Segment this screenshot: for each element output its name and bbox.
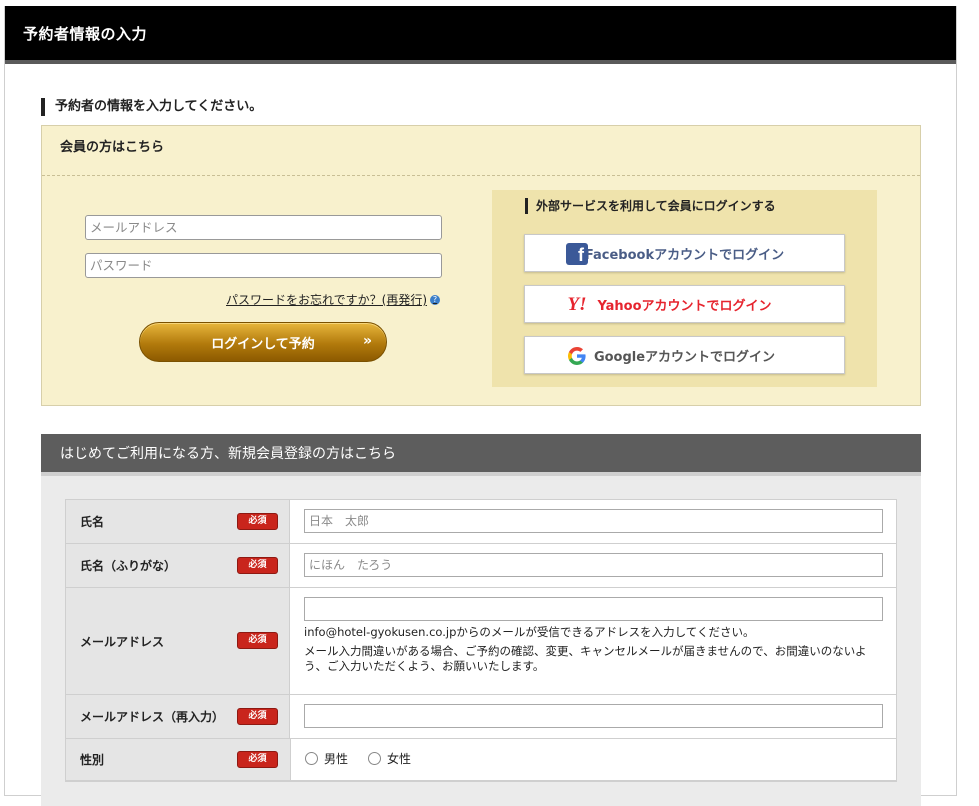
- name-label: 氏名: [80, 515, 105, 529]
- name-value-cell: [290, 500, 896, 543]
- external-login-title: 外部サービスを利用して会員にログインする: [525, 198, 776, 214]
- facebook-login-label: Facebookアカウントでログイン: [584, 247, 785, 263]
- page-header: 予約者情報の入力: [5, 6, 956, 64]
- form-row-name: 氏名 必須: [66, 500, 896, 544]
- email-confirm-input[interactable]: [304, 704, 883, 728]
- facebook-login-button[interactable]: f Facebookアカウントでログイン: [524, 234, 845, 272]
- external-login-panel: 外部サービスを利用して会員にログインする f Facebookアカウントでログイ…: [492, 190, 877, 387]
- registration-form: 氏名 必須 氏名（ふりがな） 必須 メールアドレス: [65, 499, 897, 782]
- member-login-box: 会員の方はこちら パスワードをお忘れですか？(再発行) ? ログインして予約 »…: [41, 125, 921, 406]
- required-badge: 必須: [237, 513, 278, 530]
- gender-label-cell: 性別 必須: [66, 739, 291, 780]
- gender-female-label[interactable]: 女性: [387, 750, 411, 767]
- member-login-title: 会員の方はこちら: [42, 126, 920, 176]
- email-confirm-label-cell: メールアドレス（再入力） 必須: [66, 695, 290, 738]
- email-value-cell: info@hotel-gyokusen.co.jpからのメールが受信できるアドレ…: [290, 588, 896, 694]
- forgot-password-link[interactable]: パスワードをお忘れですか？(再発行) ?: [226, 291, 441, 308]
- forgot-password-label: パスワードをお忘れですか？(再発行): [226, 293, 428, 307]
- login-password-input[interactable]: [85, 253, 442, 278]
- form-row-email: メールアドレス 必須 info@hotel-gyokusen.co.jpからのメ…: [66, 588, 896, 695]
- page-title: 予約者情報の入力: [23, 24, 148, 43]
- required-badge: 必須: [237, 751, 278, 768]
- form-row-name-kana: 氏名（ふりがな） 必須: [66, 544, 896, 588]
- email-warning: メール入力間違いがある場合、ご予約の確認、変更、キャンセルメールが届きませんので…: [304, 644, 867, 673]
- name-kana-input[interactable]: [304, 553, 883, 577]
- login-email-input[interactable]: [85, 215, 442, 240]
- email-label: メールアドレス: [80, 634, 165, 649]
- name-kana-label: 氏名（ふりがな）: [80, 559, 177, 573]
- name-kana-value-cell: [290, 544, 896, 587]
- registration-title: はじめてご利用になる方、新規会員登録の方はこちら: [41, 434, 921, 476]
- page-frame: 予約者情報の入力 予約者の情報を入力してください。 会員の方はこちら パスワード…: [4, 6, 957, 806]
- registration-area: 氏名 必須 氏名（ふりがな） 必須 メールアドレス: [41, 476, 921, 806]
- gender-female-radio[interactable]: [368, 751, 382, 765]
- yahoo-login-button[interactable]: Y! Yahooアカウントでログイン: [524, 285, 845, 323]
- email-input[interactable]: [304, 597, 883, 621]
- google-icon: [565, 344, 589, 368]
- email-note: info@hotel-gyokusen.co.jpからのメールが受信できるアドレ…: [304, 625, 755, 639]
- required-badge: 必須: [237, 632, 278, 649]
- yahoo-icon: Y!: [567, 294, 587, 315]
- gender-label: 性別: [80, 753, 105, 767]
- name-label-cell: 氏名 必須: [66, 500, 290, 543]
- double-chevron-right-icon: »: [362, 333, 372, 349]
- required-badge: 必須: [237, 557, 278, 574]
- name-input[interactable]: [304, 509, 883, 533]
- form-row-gender: 性別 必須 男性 女性: [66, 739, 896, 781]
- gender-value-cell: 男性 女性: [291, 739, 896, 780]
- facebook-icon: f: [565, 242, 589, 266]
- help-icon[interactable]: ?: [430, 294, 441, 305]
- name-kana-label-cell: 氏名（ふりがな） 必須: [66, 544, 290, 587]
- required-badge: 必須: [237, 708, 278, 725]
- google-login-button[interactable]: Googleアカウントでログイン: [524, 336, 845, 374]
- google-login-label: Googleアカウントでログイン: [593, 349, 776, 365]
- form-row-email-confirm: メールアドレス（再入力） 必須: [66, 695, 896, 739]
- email-confirm-label: メールアドレス（再入力）: [80, 710, 225, 724]
- gender-male-radio[interactable]: [305, 751, 318, 765]
- login-and-reserve-button[interactable]: ログインして予約 »: [139, 322, 387, 362]
- email-label-cell: メールアドレス 必須: [66, 588, 290, 694]
- gender-radio-group: 男性 女性: [305, 746, 883, 770]
- intro-heading: 予約者の情報を入力してください。: [41, 98, 262, 116]
- email-confirm-value-cell: [290, 695, 896, 738]
- yahoo-login-label: Yahooアカウントでログイン: [597, 298, 772, 314]
- login-button-label: ログインして予約: [211, 336, 315, 352]
- gender-male-label[interactable]: 男性: [324, 750, 348, 767]
